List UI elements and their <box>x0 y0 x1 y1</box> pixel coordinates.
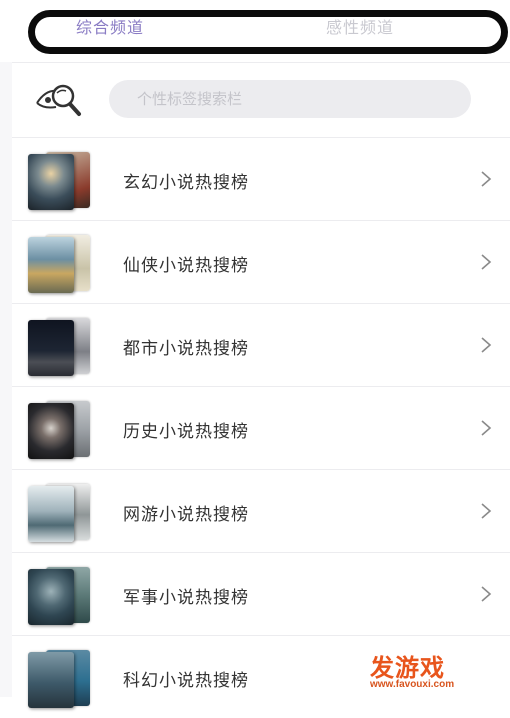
cover-front <box>28 237 74 293</box>
watermark-url: www.favouxi.com <box>370 679 455 690</box>
ranking-row-xianxia[interactable]: 仙侠小说热搜榜 <box>12 221 510 304</box>
ranking-label: 仙侠小说热搜榜 <box>123 256 249 276</box>
book-cover-thumbnail <box>28 567 94 625</box>
cover-front <box>28 486 74 542</box>
ranking-label: 科幻小说热搜榜 <box>123 671 249 691</box>
book-cover-thumbnail <box>28 152 94 210</box>
chevron-right-icon <box>481 254 492 270</box>
ranking-row-military[interactable]: 军事小说热搜榜 <box>12 553 510 636</box>
cover-front <box>28 403 74 459</box>
search-row <box>12 63 510 137</box>
ranking-row-urban[interactable]: 都市小说热搜榜 <box>12 304 510 387</box>
ranking-row-fantasy[interactable]: 玄幻小说热搜榜 <box>12 138 510 221</box>
book-cover-thumbnail <box>28 484 94 542</box>
book-cover-thumbnail <box>28 650 94 708</box>
book-cover-thumbnail <box>28 401 94 459</box>
cover-front <box>28 320 74 376</box>
cover-front <box>28 154 74 210</box>
channel-tab-bar: 综合频道 感性频道 <box>0 0 510 62</box>
book-cover-thumbnail <box>28 318 94 376</box>
ranking-label: 玄幻小说热搜榜 <box>123 173 249 193</box>
ranking-label: 网游小说热搜榜 <box>123 505 249 525</box>
cover-front <box>28 569 74 625</box>
book-cover-thumbnail <box>28 235 94 293</box>
watermark-title: 发游戏 <box>370 654 445 682</box>
tag-search-input[interactable] <box>109 80 471 118</box>
ranking-row-history[interactable]: 历史小说热搜榜 <box>12 387 510 470</box>
tab-general-channel[interactable]: 综合频道 <box>76 14 144 38</box>
ranking-list: 玄幻小说热搜榜 仙侠小说热搜榜 都市小说热搜榜 历史小说热搜榜 网游小说热搜榜 <box>12 138 510 718</box>
left-edge-strip <box>0 0 12 697</box>
tab-emotional-channel[interactable]: 感性频道 <box>326 14 394 38</box>
magnifier-eye-icon[interactable] <box>34 79 82 119</box>
chevron-right-icon <box>481 503 492 519</box>
chevron-right-icon <box>481 337 492 353</box>
chevron-right-icon <box>481 171 492 187</box>
ranking-row-online-game[interactable]: 网游小说热搜榜 <box>12 470 510 553</box>
site-watermark: 发游戏 www.favouxi.com <box>366 648 506 694</box>
chevron-right-icon <box>481 586 492 602</box>
ranking-label: 都市小说热搜榜 <box>123 339 249 359</box>
ranking-label: 历史小说热搜榜 <box>123 422 249 442</box>
ranking-label: 军事小说热搜榜 <box>123 588 249 608</box>
chevron-right-icon <box>481 420 492 436</box>
cover-front <box>28 652 74 708</box>
